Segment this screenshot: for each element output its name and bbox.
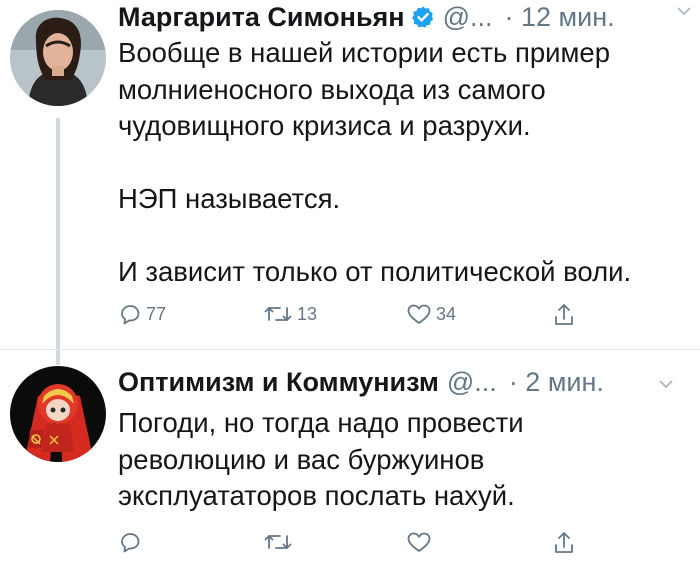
tweet-header: Оптимизм и Коммунизм @... · 2 мин. — [118, 365, 604, 399]
reply-button[interactable] — [118, 530, 146, 554]
text-line: чудовищного кризиса и разрухи. — [118, 110, 531, 141]
like-button[interactable]: 34 — [406, 302, 456, 326]
avatar[interactable] — [10, 10, 106, 106]
text-line: НЭП называется. — [118, 183, 341, 214]
like-icon — [407, 532, 431, 552]
tweet-divider — [0, 349, 700, 350]
retweet-button[interactable] — [263, 530, 297, 554]
text-line: Погоди, но тогда надо провести — [118, 407, 524, 438]
chevron-down-icon[interactable] — [658, 377, 674, 395]
share-icon — [555, 304, 573, 325]
timestamp[interactable]: · 2 мин. — [509, 367, 604, 398]
timestamp[interactable]: · 12 мин. — [505, 2, 615, 33]
author-handle[interactable]: @... — [447, 367, 497, 398]
share-icon — [555, 532, 573, 553]
author-name[interactable]: Оптимизм и Коммунизм — [118, 367, 439, 398]
like-button[interactable] — [406, 530, 436, 554]
text-line: И зависит только от политической воли. — [118, 256, 632, 287]
tweet-actions — [118, 530, 638, 562]
author-handle[interactable]: @... — [443, 2, 493, 33]
tweet-header: Маргарита Симоньян @... · 12 мин. — [118, 0, 615, 34]
retweet-button[interactable]: 13 — [263, 302, 317, 326]
tweet-text: Погоди, но тогда надо провести революцию… — [118, 405, 524, 515]
share-button[interactable] — [552, 530, 576, 556]
retweet-count: 13 — [297, 303, 318, 324]
like-icon — [407, 304, 431, 324]
text-line: эксплуататоров послать нахуй. — [118, 480, 515, 511]
retweet-icon — [264, 307, 292, 321]
thread-line — [56, 118, 60, 365]
text-line: Вообще в нашей истории есть пример — [118, 37, 611, 68]
avatar[interactable] — [10, 366, 106, 462]
like-count: 34 — [436, 303, 457, 324]
tweet-actions: 77 13 34 — [118, 302, 638, 334]
chevron-down-icon[interactable] — [676, 4, 692, 22]
verified-badge-icon — [411, 5, 435, 29]
reply-count: 77 — [146, 303, 167, 324]
share-button[interactable] — [552, 302, 576, 328]
text-line: молниеносного выхода из самого — [118, 73, 546, 105]
author-name[interactable]: Маргарита Симоньян — [118, 2, 405, 33]
reply-icon — [121, 533, 140, 553]
tweet-text: Вообще в нашей истории есть пример молни… — [118, 35, 631, 291]
reply-button[interactable]: 77 — [118, 302, 166, 326]
retweet-icon — [264, 535, 292, 549]
text-line: революцию и вас буржуинов — [118, 443, 485, 475]
reply-icon — [121, 305, 140, 325]
